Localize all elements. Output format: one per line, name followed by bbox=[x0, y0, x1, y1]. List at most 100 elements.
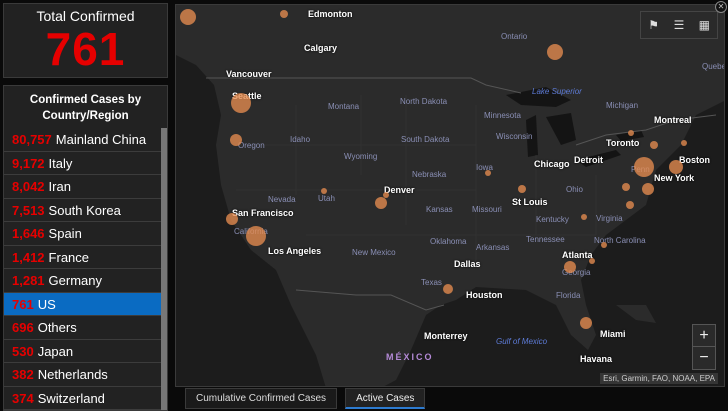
bookmark-icon[interactable]: ⚑ bbox=[645, 16, 663, 34]
list-item-name: Netherlands bbox=[37, 367, 108, 382]
tab-active-cases[interactable]: Active Cases bbox=[345, 388, 426, 409]
list-item-count: 1,412 bbox=[12, 249, 45, 265]
case-bubble[interactable] bbox=[485, 170, 491, 176]
city-label: San Francisco bbox=[232, 208, 294, 218]
case-bubble[interactable] bbox=[231, 93, 251, 113]
region-label: Florida bbox=[556, 291, 581, 300]
region-label: Minnesota bbox=[484, 111, 521, 120]
list-item-name: Spain bbox=[48, 226, 82, 241]
list-scrollbar[interactable] bbox=[161, 128, 167, 410]
region-label: Tennessee bbox=[526, 235, 565, 244]
list-icon[interactable]: ☰ bbox=[670, 16, 688, 34]
case-bubble[interactable] bbox=[642, 183, 654, 195]
region-label: Oregon bbox=[238, 141, 265, 150]
case-bubble[interactable] bbox=[246, 226, 266, 246]
case-bubble[interactable] bbox=[650, 141, 658, 149]
case-bubble[interactable] bbox=[383, 192, 389, 198]
list-item-name: Japan bbox=[37, 343, 74, 359]
list-item-japan[interactable]: 530 Japan bbox=[4, 340, 163, 363]
list-item-switzerland[interactable]: 374 Switzerland bbox=[4, 387, 163, 410]
case-bubble[interactable] bbox=[628, 130, 634, 136]
city-label: Edmonton bbox=[308, 9, 353, 19]
list-item-count: 696 bbox=[12, 320, 34, 335]
zoom-in-button[interactable]: + bbox=[693, 325, 715, 347]
region-label: New Mexico bbox=[352, 248, 396, 257]
list-item-name: France bbox=[48, 249, 90, 265]
list-item-name: Iran bbox=[48, 179, 71, 194]
case-bubble[interactable] bbox=[226, 213, 238, 225]
list-item-others[interactable]: 696 Others bbox=[4, 316, 163, 340]
region-label: Wyoming bbox=[344, 152, 378, 161]
case-bubble[interactable] bbox=[321, 188, 327, 194]
city-label: Los Angeles bbox=[268, 246, 322, 256]
list-item-italy[interactable]: 9,172 Italy bbox=[4, 152, 163, 175]
list-item-south-korea[interactable]: 7,513 South Korea bbox=[4, 199, 163, 222]
country-list-title: Confirmed Cases by Country/Region bbox=[4, 86, 167, 128]
region-label: Kansas bbox=[426, 205, 453, 214]
region-label: Quebec bbox=[702, 62, 724, 71]
list-item-france[interactable]: 1,412 France bbox=[4, 246, 163, 269]
case-bubble[interactable] bbox=[622, 183, 630, 191]
region-label: Nebraska bbox=[412, 170, 447, 179]
case-bubble[interactable] bbox=[669, 160, 683, 174]
list-item-count: 1,646 bbox=[12, 226, 45, 241]
case-bubble[interactable] bbox=[589, 258, 595, 264]
city-label: St Louis bbox=[512, 197, 548, 207]
region-label: Arkansas bbox=[476, 243, 510, 252]
case-bubble[interactable] bbox=[681, 140, 687, 146]
case-bubble[interactable] bbox=[375, 197, 387, 209]
list-item-spain[interactable]: 1,646 Spain bbox=[4, 222, 163, 246]
country-list: 80,757 Mainland China 9,172 Italy 8,042 Iran 7… bbox=[4, 128, 163, 410]
case-bubble[interactable] bbox=[580, 317, 592, 329]
map-attribution: Esri, Garmin, FAO, NOAA, EPA bbox=[600, 373, 718, 384]
list-scrollbar-thumb[interactable] bbox=[161, 128, 167, 410]
case-bubble[interactable] bbox=[634, 157, 654, 177]
case-bubble[interactable] bbox=[626, 201, 634, 209]
region-label: Texas bbox=[421, 278, 442, 287]
list-item-germany[interactable]: 1,281 Germany bbox=[4, 269, 163, 293]
map-tabs: Cumulative Confirmed Cases Active Cases bbox=[185, 388, 426, 409]
total-confirmed-title: Total Confirmed bbox=[36, 8, 135, 24]
close-icon[interactable]: ✕ bbox=[715, 1, 727, 13]
list-item-count: 9,172 bbox=[12, 155, 45, 171]
city-label: New York bbox=[654, 173, 695, 183]
list-item-us[interactable]: 761 US bbox=[4, 292, 163, 316]
map-view[interactable]: EdmontonCalgaryVancouverSeattleSan Franc… bbox=[175, 4, 725, 387]
map-toolbar: ⚑ ☰ ▦ bbox=[640, 11, 718, 39]
list-item-count: 1,281 bbox=[12, 273, 45, 288]
region-label: Michigan bbox=[606, 101, 639, 110]
list-item-iran[interactable]: 8,042 Iran bbox=[4, 175, 163, 199]
city-label: Houston bbox=[466, 290, 503, 300]
list-item-name: Italy bbox=[48, 155, 73, 171]
case-bubble[interactable] bbox=[443, 284, 453, 294]
case-bubble[interactable] bbox=[547, 44, 563, 60]
case-bubble[interactable] bbox=[180, 9, 196, 25]
total-confirmed-value: 761 bbox=[45, 23, 126, 75]
case-bubble[interactable] bbox=[518, 185, 526, 193]
case-bubble[interactable] bbox=[230, 134, 242, 146]
case-bubble[interactable] bbox=[601, 242, 607, 248]
list-item-count: 80,757 bbox=[12, 132, 52, 147]
city-label: Vancouver bbox=[226, 69, 272, 79]
list-item-count: 8,042 bbox=[12, 179, 45, 194]
case-bubble[interactable] bbox=[280, 10, 288, 18]
water-label: Lake Superior bbox=[532, 87, 582, 96]
list-item-name: Others bbox=[37, 320, 77, 335]
city-label: Havana bbox=[580, 354, 613, 364]
city-label: Calgary bbox=[304, 43, 338, 53]
list-item-count: 530 bbox=[12, 343, 34, 359]
region-label: Montana bbox=[328, 102, 360, 111]
water-label: Gulf of Mexico bbox=[496, 337, 548, 346]
zoom-out-button[interactable]: − bbox=[693, 347, 715, 369]
list-item-count: 7,513 bbox=[12, 202, 45, 218]
case-bubble[interactable] bbox=[564, 261, 576, 273]
country-list-panel: Confirmed Cases by Country/Region 80,757… bbox=[3, 85, 168, 411]
tab-cumulative-confirmed[interactable]: Cumulative Confirmed Cases bbox=[185, 388, 338, 409]
region-label: Utah bbox=[318, 194, 335, 203]
list-item-netherlands[interactable]: 382 Netherlands bbox=[4, 363, 163, 387]
qr-icon[interactable]: ▦ bbox=[695, 16, 713, 34]
list-item-name: Mainland China bbox=[55, 132, 147, 147]
list-item-mainland-china[interactable]: 80,757 Mainland China bbox=[4, 128, 163, 152]
list-item-count: 761 bbox=[12, 296, 34, 312]
case-bubble[interactable] bbox=[581, 214, 587, 220]
